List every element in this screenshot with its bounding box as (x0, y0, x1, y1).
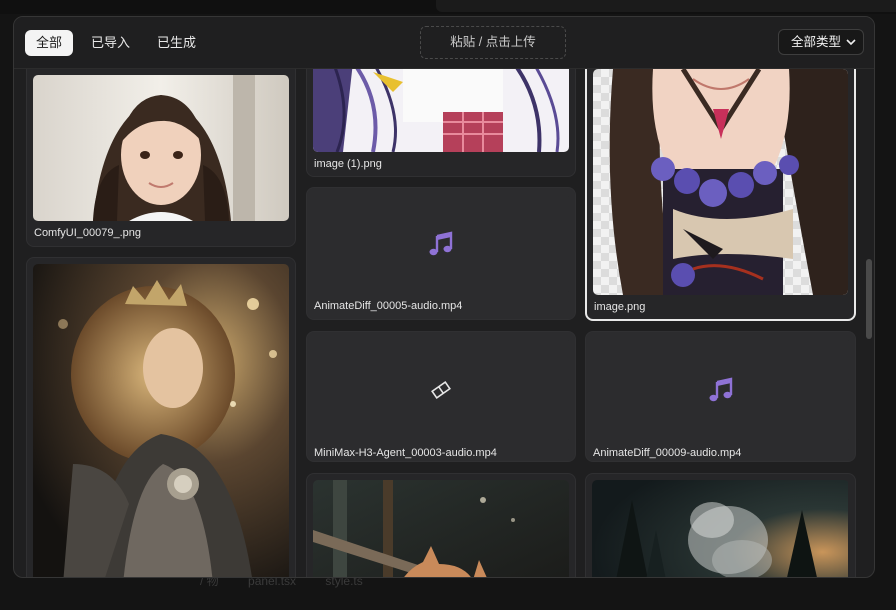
asset-card-portrait[interactable]: ComfyUI_00079_.png (26, 69, 296, 247)
tab-all[interactable]: 全部 (25, 30, 74, 56)
asset-card-video-3[interactable]: MiniMax-H3-Agent_00003-audio.mp4 (306, 331, 576, 462)
asset-card-image-selected[interactable]: image.png (585, 69, 856, 321)
asset-card-cat[interactable] (306, 473, 576, 577)
asset-browser-panel: 全部 已导入 已生成 粘贴 / 点击上传 全部类型 ComfyUI_00079_… (13, 16, 875, 578)
warrior-image (33, 264, 289, 577)
anime-partial-image (313, 69, 569, 152)
asset-thumbnail (313, 480, 569, 577)
asset-card-audio-5[interactable]: AnimateDiff_00005-audio.mp4 (306, 187, 576, 320)
asset-thumbnail (313, 194, 569, 294)
background-bar (436, 0, 896, 12)
type-filter-value: 全部类型 (791, 35, 842, 49)
cat-image (313, 480, 569, 577)
tab-generated[interactable]: 已生成 (146, 30, 207, 56)
anime-dress-image (593, 69, 848, 295)
scrollbar-thumb[interactable] (866, 259, 872, 339)
asset-card-image-1[interactable]: image (1).png (306, 69, 576, 177)
asset-name: AnimateDiff_00005-audio.mp4 (314, 300, 463, 312)
type-filter-select[interactable]: 全部类型 (778, 29, 864, 55)
asset-name: image.png (594, 301, 646, 313)
asset-thumbnail (33, 264, 289, 577)
asset-thumbnail (592, 480, 849, 577)
music-note-icon (709, 377, 732, 402)
paste-upload-dropzone[interactable]: 粘贴 / 点击上传 (420, 26, 566, 59)
forest-image (592, 480, 848, 577)
tab-imported[interactable]: 已导入 (80, 30, 141, 56)
asset-name: MiniMax-H3-Agent_00003-audio.mp4 (314, 447, 497, 459)
background-window-top (0, 0, 896, 14)
asset-grid: ComfyUI_00079_.png image (1).png Animate… (14, 69, 874, 577)
asset-name: image (1).png (314, 158, 382, 170)
broken-file-icon (431, 381, 451, 399)
asset-card-forest[interactable] (585, 473, 856, 577)
asset-thumbnail (592, 338, 849, 442)
asset-card-audio-9[interactable]: AnimateDiff_00009-audio.mp4 (585, 331, 856, 462)
asset-name: AnimateDiff_00009-audio.mp4 (593, 447, 742, 459)
asset-name: ComfyUI_00079_.png (34, 227, 142, 239)
music-note-icon (429, 231, 453, 256)
asset-thumbnail (313, 338, 569, 442)
panel-header: 全部 已导入 已生成 粘贴 / 点击上传 全部类型 (14, 17, 874, 69)
asset-thumbnail (33, 75, 289, 221)
asset-thumbnail (313, 69, 569, 152)
portrait-image (33, 75, 289, 221)
asset-thumbnail (593, 69, 848, 295)
asset-card-warrior[interactable] (26, 257, 296, 577)
chevron-down-icon (846, 39, 856, 46)
